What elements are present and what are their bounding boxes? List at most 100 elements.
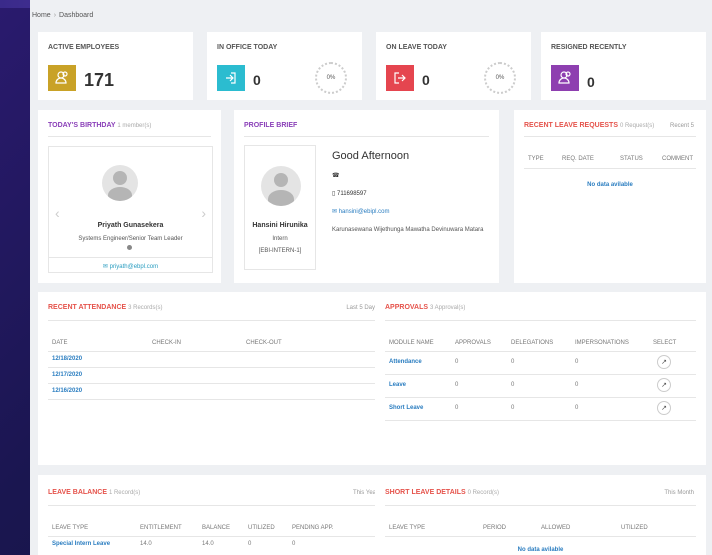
profile-card: PROFILE BRIEF Hansini Hirunika Intern [E…	[234, 110, 499, 283]
stat-card-in-office: IN OFFICE TODAY 0 0%	[207, 32, 362, 100]
approvals-value: 0	[455, 359, 459, 365]
birthday-count: 1 member(s)	[117, 123, 152, 129]
leave-balance-title: LEAVE BALANCE 1 Record(s)	[48, 489, 141, 496]
approval-module-link[interactable]: Leave	[389, 382, 406, 388]
impersonations-value: 0	[575, 359, 579, 365]
entitlement-value: 14.0	[140, 541, 152, 547]
column-header: SELECT	[653, 340, 677, 346]
pending-value: 0	[292, 541, 296, 547]
phone-row: ☎	[332, 172, 339, 179]
attendance-date-link[interactable]: 12/17/2020	[52, 372, 82, 378]
mail-icon: ✉	[102, 264, 108, 270]
column-header: REQ. DATE	[562, 156, 594, 162]
attendance-note: Last 5 Days	[346, 305, 378, 311]
attendance-date-link[interactable]: 12/16/2020	[52, 388, 82, 394]
stat-card-on-leave: ON LEAVE TODAY 0 0%	[376, 32, 531, 100]
birthday-title: TODAY'S BIRTHDAY 1 member(s)	[48, 122, 152, 129]
column-header: BALANCE	[202, 525, 231, 531]
approval-module-link[interactable]: Attendance	[389, 359, 422, 365]
phone-icon: ☎	[332, 173, 340, 179]
column-header: LEAVE TYPE	[52, 525, 89, 531]
stat-value: 0	[422, 72, 430, 88]
breadcrumb-home[interactable]: Home	[32, 12, 51, 19]
column-header: UTILIZED	[248, 525, 275, 531]
profile-name: Hansini Hirunika	[252, 222, 308, 229]
empty-message: No data avilable	[587, 182, 633, 188]
delegations-value: 0	[511, 405, 515, 411]
attendance-count: 3 Records(s)	[128, 305, 163, 311]
delegations-value: 0	[511, 382, 515, 388]
approvals-title: APPROVALS 3 Approval(s)	[385, 304, 466, 311]
sign-in-icon	[217, 65, 245, 91]
attendance-title: RECENT ATTENDANCE 3 Records(s)	[48, 304, 163, 311]
attendance-date-link[interactable]: 12/18/2020	[52, 356, 82, 362]
breadcrumb-separator: ›	[53, 12, 57, 19]
users-icon	[48, 65, 76, 91]
stat-card-active-employees: ACTIVE EMPLOYEES 171	[38, 32, 193, 100]
short-leave-count: 0 Record(s)	[467, 490, 499, 496]
birthday-name: Priyath Gunasekera	[97, 222, 164, 229]
column-header: DATE	[52, 340, 68, 346]
stat-title: IN OFFICE TODAY	[217, 44, 278, 51]
avatar	[261, 166, 301, 206]
short-leave-note: This Month	[664, 490, 694, 496]
column-header: ALLOWED	[541, 525, 571, 531]
column-header: MODULE NAME	[389, 340, 434, 346]
dashboard-page: Home › Dashboard ACTIVE EMPLOYEES 171 IN O…	[30, 0, 712, 555]
leave-requests-note: Recent 5	[669, 123, 694, 129]
column-header: DELEGATIONS	[511, 340, 554, 346]
mobile-icon: ▯	[332, 191, 336, 197]
approvals-value: 0	[455, 405, 459, 411]
carousel-prev-icon[interactable]: ‹	[55, 205, 60, 221]
column-header: PERIOD	[483, 525, 507, 531]
percent-donut: 0%	[315, 62, 347, 94]
column-header: IMPERSONATIONS	[575, 340, 629, 346]
leave-requests-card: RECENT LEAVE REQUESTS 0 Request(s) Recen…	[514, 110, 706, 283]
leave-balance-card: LEAVE BALANCE 1 Record(s) This Year LEAV…	[38, 475, 390, 555]
leave-type-link[interactable]: Special Intern Leave	[52, 541, 110, 547]
approvals-count: 3 Approval(s)	[430, 305, 466, 311]
stat-card-resigned: RESIGNED RECENTLY 0	[541, 32, 706, 100]
column-header: UTILIZED	[621, 525, 648, 531]
external-link-icon[interactable]: ↗	[657, 355, 671, 369]
external-link-icon[interactable]: ↗	[657, 378, 671, 392]
leave-requests-count: 0 Request(s)	[619, 123, 655, 129]
column-header: PENDING APP.	[292, 525, 334, 531]
column-header: LEAVE TYPE	[389, 525, 426, 531]
approvals-value: 0	[455, 382, 459, 388]
birthday-card: TODAY'S BIRTHDAY 1 member(s) ‹ › Priyath…	[38, 110, 221, 283]
mobile-row: ▯ 711698597	[332, 191, 367, 197]
profile-title: PROFILE BRIEF	[244, 122, 298, 129]
percent-donut: 0%	[484, 62, 516, 94]
users-icon	[551, 65, 579, 91]
utilized-value: 0	[248, 541, 252, 547]
email-row[interactable]: ✉ hansini@ebipl.com	[332, 208, 390, 215]
impersonations-value: 0	[575, 382, 579, 388]
greeting: Good Afternoon	[332, 150, 410, 162]
column-header: APPROVALS	[455, 340, 491, 346]
stat-value: 0	[587, 74, 595, 90]
short-leave-card: SHORT LEAVE DETAILS 0 Record(s) This Mon…	[375, 475, 706, 555]
breadcrumb: Home › Dashboard	[30, 8, 712, 24]
delegations-value: 0	[511, 359, 515, 365]
sign-out-icon	[386, 65, 414, 91]
external-link-icon[interactable]: ↗	[657, 401, 671, 415]
address: Karunasewana Wijethunga Mawatha Devinuwa…	[332, 227, 484, 233]
approvals-card: APPROVALS 3 Approval(s) MODULE NAME APPR…	[375, 292, 706, 465]
carousel-next-icon[interactable]: ›	[201, 205, 206, 221]
approval-module-link[interactable]: Short Leave	[389, 405, 423, 411]
attendance-card: RECENT ATTENDANCE 3 Records(s) Last 5 Da…	[38, 292, 390, 465]
short-leave-title: SHORT LEAVE DETAILS 0 Record(s)	[385, 489, 499, 496]
mail-icon: ✉	[332, 209, 338, 215]
birthday-email-link[interactable]: ✉ priyath@ebpl.com	[49, 263, 212, 270]
stat-title: RESIGNED RECENTLY	[551, 44, 627, 51]
profile-role: Intern	[272, 236, 288, 242]
leave-requests-title: RECENT LEAVE REQUESTS 0 Request(s)	[524, 122, 655, 129]
carousel-indicator[interactable]	[127, 245, 132, 250]
avatar	[102, 165, 138, 201]
stat-value: 0	[253, 72, 261, 88]
column-header: ENTITLEMENT	[140, 525, 182, 531]
balance-value: 14.0	[202, 541, 214, 547]
column-header: CHECK-OUT	[246, 340, 282, 346]
column-header: TYPE	[528, 156, 544, 162]
